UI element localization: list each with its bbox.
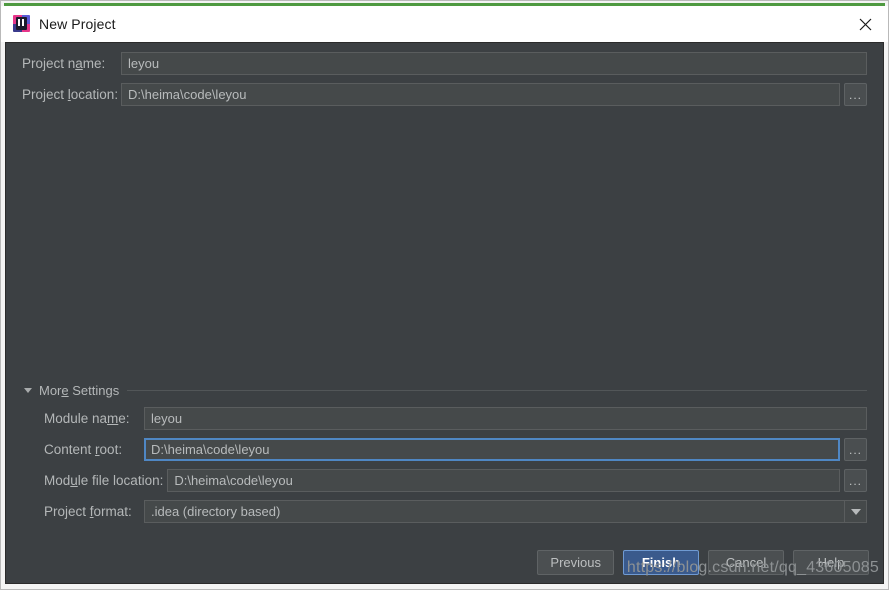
- label-post: ocation:: [70, 87, 119, 102]
- project-format-selected-value[interactable]: .idea (directory based): [144, 500, 844, 523]
- project-name-label: Project name:: [22, 56, 121, 71]
- project-location-input[interactable]: D:\heima\code\leyou: [121, 83, 840, 106]
- ellipsis-icon: ...: [848, 473, 862, 488]
- module-name-input[interactable]: leyou: [144, 407, 867, 430]
- chevron-down-icon: [24, 387, 32, 393]
- module-name-row: Module name: leyou: [22, 407, 867, 430]
- cancel-button[interactable]: Cancel: [708, 549, 784, 575]
- content-root-label: Content root:: [22, 442, 144, 457]
- label-pre: Project: [22, 87, 68, 102]
- dialog-button-bar: Previous Finish Cancel Help: [6, 531, 883, 583]
- label-mnemonic: m: [107, 411, 119, 426]
- chevron-down-icon[interactable]: [844, 500, 867, 523]
- more-settings-group: Module name: leyou Content root: D:\heim…: [6, 407, 883, 531]
- project-name-input[interactable]: leyou: [121, 52, 867, 75]
- label-post: ormat:: [93, 504, 132, 519]
- ellipsis-icon: ...: [848, 442, 862, 457]
- label-pre: Mod: [44, 473, 71, 488]
- module-name-label: Module name:: [22, 411, 144, 426]
- module-file-location-row: Module file location: D:\heima\code\leyo…: [22, 469, 867, 492]
- content-root-row: Content root: D:\heima\code\leyou ...: [22, 438, 867, 461]
- project-format-select[interactable]: .idea (directory based): [144, 500, 867, 523]
- intellij-idea-icon: [13, 15, 30, 32]
- label-pre: Module na: [44, 411, 108, 426]
- content-root-browse-button[interactable]: ...: [844, 438, 867, 461]
- project-name-row: Project name: leyou: [22, 52, 867, 75]
- label-post: Settings: [68, 382, 120, 398]
- project-format-label: Project format:: [22, 504, 144, 519]
- label-pre: Mor: [39, 382, 62, 398]
- section-separator: [127, 389, 867, 391]
- label-mnemonic: e: [61, 382, 69, 398]
- ellipsis-icon: ...: [848, 87, 862, 102]
- project-location-browse-button[interactable]: ...: [844, 83, 867, 106]
- label-post: oot:: [99, 442, 123, 457]
- dialog-body: Project name: leyou Project location: D:…: [5, 42, 884, 584]
- project-format-row: Project format: .idea (directory based): [22, 500, 867, 523]
- module-file-location-browse-button[interactable]: ...: [844, 469, 867, 492]
- more-settings-label: More Settings: [39, 383, 119, 398]
- close-icon[interactable]: [842, 6, 888, 42]
- label-pre: Project n: [22, 56, 76, 71]
- title-bar: New Project: [1, 6, 888, 42]
- more-settings-toggle[interactable]: More Settings: [6, 381, 883, 399]
- project-location-row: Project location: D:\heima\code\leyou ..…: [22, 83, 867, 106]
- label-post: le file location:: [77, 473, 164, 488]
- module-file-location-input[interactable]: D:\heima\code\leyou: [167, 469, 840, 492]
- dialog-empty-area: [6, 114, 883, 381]
- label-post: me:: [82, 56, 106, 71]
- help-button[interactable]: Help: [793, 549, 869, 575]
- top-fields-group: Project name: leyou Project location: D:…: [6, 43, 883, 114]
- label-mnemonic: u: [70, 473, 78, 488]
- module-file-location-label: Module file location:: [22, 473, 167, 488]
- label-mnemonic: a: [75, 56, 83, 71]
- window-title: New Project: [39, 15, 116, 32]
- previous-button[interactable]: Previous: [537, 549, 614, 575]
- label-pre: Content: [44, 442, 96, 457]
- label-pre: Project: [44, 504, 90, 519]
- finish-button[interactable]: Finish: [623, 549, 699, 575]
- new-project-dialog-window: New Project Project name: leyou Project …: [0, 0, 889, 590]
- label-post: e:: [118, 411, 130, 426]
- content-root-input[interactable]: D:\heima\code\leyou: [144, 438, 840, 461]
- project-location-label: Project location:: [22, 87, 121, 102]
